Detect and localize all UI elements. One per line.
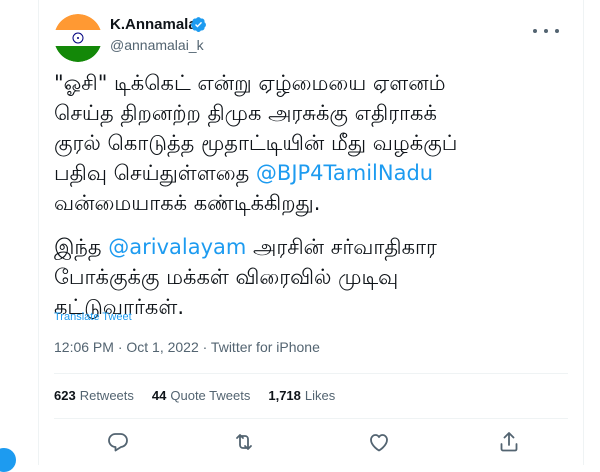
divider [54,373,568,374]
verified-badge-icon [191,17,206,32]
floating-action-indicator[interactable] [0,448,16,472]
timeline-border-left [38,0,39,465]
retweets-label: Retweets [79,388,134,403]
tweet-line: செய்த திறனற்ற திமுக அரசுக்கு எதிராகக் [54,101,437,125]
likes-stat[interactable]: 1,718 Likes [268,388,335,403]
india-flag-avatar-image [54,14,102,62]
author-display-name[interactable]: K.Annamalai [110,16,201,33]
tweet-line: போக்குக்கு மக்கள் விரைவில் முடிவு [54,265,399,289]
mention-link-bjp4tamilnadu[interactable]: @BJP4TamilNadu [256,161,433,185]
tweet-action-bar [54,430,568,454]
retweets-stat[interactable]: 623 Retweets [54,388,134,403]
quote-tweets-label: Quote Tweets [170,388,251,403]
more-dot [555,29,559,33]
timeline-border-right [583,0,584,465]
tweet-line-text: இந்த [54,235,109,259]
more-dot [533,29,537,33]
tweet-timestamp[interactable]: 12:06 PM · Oct 1, 2022 · Twitter for iPh… [54,339,320,355]
translate-tweet-link[interactable]: Translate Tweet [54,311,132,323]
more-horizontal-icon[interactable] [533,24,559,38]
retweet-icon[interactable] [232,430,256,454]
avatar[interactable] [54,14,102,62]
tweet-line: "ஓசி" டிக்கெட் என்று ஏழ்மையை ஏளனம் [54,71,446,95]
more-dot [544,29,548,33]
mention-link-arivalayam[interactable]: @arivalayam [108,235,246,259]
tweet-line-text: அரசின் சர்வாதிகார [246,235,437,259]
tweet-line: இந்த @arivalayam அரசின் சர்வாதிகார [54,232,574,262]
author-handle[interactable]: @annamalai_k [110,37,204,53]
tweet-line: வன்மையாகக் கண்டிக்கிறது. [54,191,321,215]
reply-icon[interactable] [106,430,130,454]
engagement-stats: 623 Retweets 44 Quote Tweets 1,718 Likes [54,388,335,403]
heart-icon[interactable] [367,430,391,454]
quote-tweets-count: 44 [151,388,167,403]
tweet-line: குரல் கொடுத்த மூதாட்டியின் மீது வழக்குப் [54,131,458,155]
likes-label: Likes [304,388,336,403]
tweet-line: பதிவு செய்துள்ளதை @BJP4TamilNadu [54,158,574,188]
retweets-count: 623 [54,388,76,403]
likes-count: 1,718 [268,388,301,403]
tweet-text: "ஓசி" டிக்கெட் என்று ஏழ்மையை ஏளனம் செய்த… [54,68,574,322]
share-icon[interactable] [497,430,521,454]
tweet-line-text: பதிவு செய்துள்ளதை [54,161,256,185]
tweet-line: கட்டுவார்கள். [54,295,184,319]
quote-tweets-stat[interactable]: 44 Quote Tweets [152,388,250,403]
divider [54,418,568,419]
